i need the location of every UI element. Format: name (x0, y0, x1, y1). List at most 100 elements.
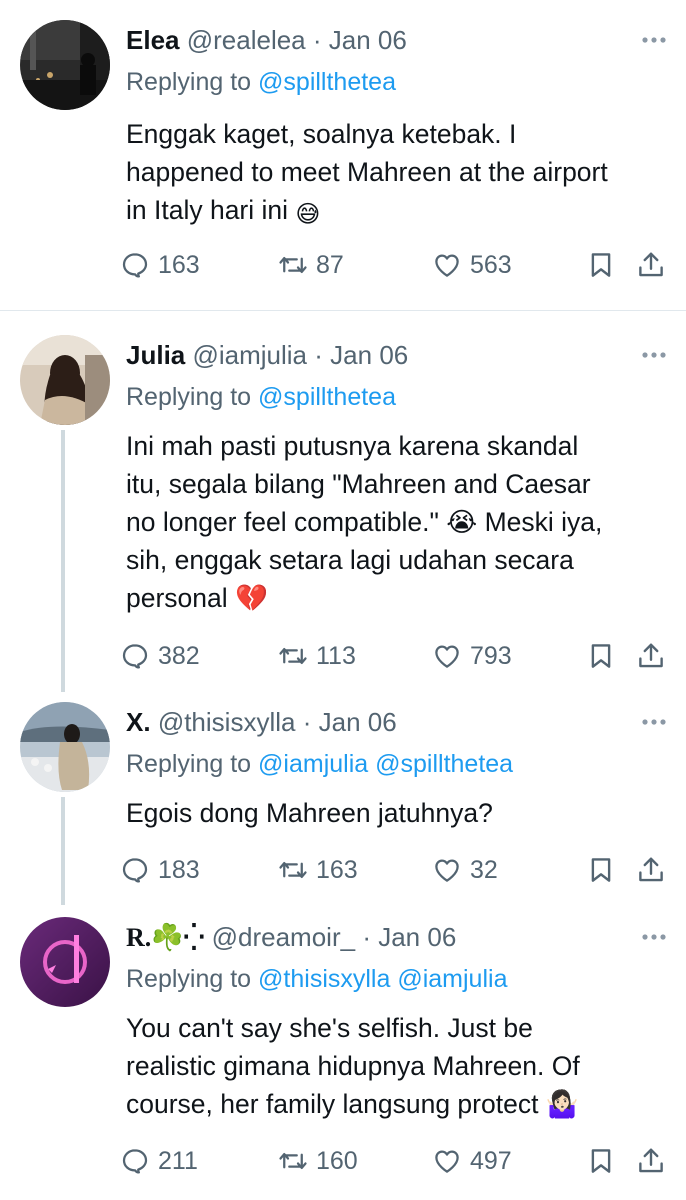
replying-label: Replying to (126, 383, 252, 411)
share-button[interactable] (636, 245, 666, 285)
bookmark-button[interactable] (586, 1141, 616, 1181)
bookmark-icon (586, 1146, 616, 1176)
more-icon[interactable] (640, 931, 668, 943)
text-line: sih, enggak setara lagi udahan secara (126, 545, 574, 575)
like-count: 497 (470, 1146, 512, 1175)
share-button[interactable] (636, 636, 666, 676)
like-count: 32 (470, 855, 498, 884)
retweet-button[interactable]: 113 (278, 636, 356, 676)
reply-button[interactable]: 183 (120, 850, 200, 890)
separator: · (312, 25, 322, 55)
bookmark-button[interactable] (586, 636, 616, 676)
avatar[interactable] (20, 335, 110, 425)
text-line: personal 💔 (126, 583, 269, 613)
avatar[interactable] (20, 917, 110, 1007)
retweet-icon (278, 855, 308, 885)
share-icon (636, 250, 666, 280)
share-button[interactable] (636, 1141, 666, 1181)
replying-to: Replying to @spillthetea (126, 383, 396, 412)
mention-link[interactable]: @iamjulia (258, 750, 368, 778)
handle[interactable]: @realelea (187, 25, 306, 55)
retweet-button[interactable]: 160 (278, 1141, 358, 1181)
bookmark-button[interactable] (586, 245, 616, 285)
avatar[interactable] (20, 702, 110, 792)
timestamp[interactable]: Jan 06 (319, 707, 397, 737)
tweet-text: Ini mah pasti putusnya karena skandal it… (126, 427, 671, 617)
retweet-icon (278, 250, 308, 280)
more-icon[interactable] (640, 716, 668, 728)
action-bar: 163 87 563 (120, 245, 680, 285)
mention-link[interactable]: @spillthetea (258, 68, 396, 96)
share-icon (636, 855, 666, 885)
replying-label: Replying to (126, 750, 252, 778)
emoji: 😅 (295, 201, 321, 228)
mention-link[interactable]: @spillthetea (375, 750, 513, 778)
text-line: Egois dong Mahreen jatuhnya? (126, 798, 493, 828)
text-line: Ini mah pasti putusnya karena skandal (126, 431, 579, 461)
retweet-button[interactable]: 163 (278, 850, 358, 890)
bookmark-button[interactable] (586, 850, 616, 890)
bookmark-icon (586, 641, 616, 671)
reply-button[interactable]: 163 (120, 245, 200, 285)
tweet-xylla[interactable]: X. @thisisxylla · Jan 06 Replying to @ia… (0, 702, 686, 902)
text-line: happened to meet Mahreen at the airport (126, 157, 608, 187)
separator: · (302, 707, 312, 737)
avatar[interactable] (20, 20, 110, 110)
text-line: itu, segala bilang "Mahreen and Caesar (126, 469, 591, 499)
reply-count: 163 (158, 250, 200, 279)
text-line: realistic gimana hidupnya Mahreen. Of (126, 1051, 580, 1081)
share-icon (636, 641, 666, 671)
more-icon[interactable] (640, 349, 668, 361)
replying-label: Replying to (126, 68, 252, 96)
like-count: 563 (470, 250, 512, 279)
retweet-button[interactable]: 87 (278, 245, 344, 285)
replying-to: Replying to @spillthetea (126, 68, 396, 97)
action-bar: 211 160 497 (120, 1141, 680, 1181)
mention-link[interactable]: @spillthetea (258, 383, 396, 411)
reply-icon (120, 1146, 150, 1176)
like-button[interactable]: 563 (432, 245, 512, 285)
tweet-header: Julia @iamjulia · Jan 06 (126, 335, 408, 375)
tweet-text: You can't say she's selfish. Just be rea… (126, 1009, 671, 1123)
like-icon (432, 1146, 462, 1176)
separator: · (314, 340, 323, 370)
tweet-header: Elea @realelea · Jan 06 (126, 20, 407, 60)
display-name[interactable]: X. (126, 707, 151, 737)
reply-count: 211 (158, 1146, 198, 1175)
handle[interactable]: @thisisxylla (158, 707, 296, 737)
tweet-header: X. @thisisxylla · Jan 06 (126, 702, 397, 742)
bookmark-icon (586, 855, 616, 885)
mention-link[interactable]: @iamjulia (397, 965, 507, 993)
handle[interactable]: @dreamoir_ (212, 922, 355, 952)
tweet-text: Egois dong Mahreen jatuhnya? (126, 794, 671, 832)
action-bar: 382 113 793 (120, 636, 680, 676)
mention-link[interactable]: @thisisxylla (258, 965, 390, 993)
share-icon (636, 1146, 666, 1176)
reply-count: 382 (158, 641, 200, 670)
tweet-header: R.☘️⁛ @dreamoir_ · Jan 06 (126, 917, 456, 957)
timestamp[interactable]: Jan 06 (330, 340, 408, 370)
reply-count: 183 (158, 855, 200, 884)
timestamp[interactable]: Jan 06 (378, 922, 456, 952)
reply-button[interactable]: 211 (120, 1141, 198, 1181)
text-line: Enggak kaget, soalnya ketebak. I (126, 119, 517, 149)
like-button[interactable]: 497 (432, 1141, 512, 1181)
timestamp[interactable]: Jan 06 (329, 25, 407, 55)
like-button[interactable]: 32 (432, 850, 498, 890)
share-button[interactable] (636, 850, 666, 890)
reply-icon (120, 641, 150, 671)
tweet-elea[interactable]: Elea @realelea · Jan 06 Replying to @spi… (0, 20, 686, 310)
reply-icon (120, 855, 150, 885)
display-name[interactable]: R.☘️⁛ (126, 923, 204, 952)
like-button[interactable]: 793 (432, 636, 512, 676)
reply-button[interactable]: 382 (120, 636, 200, 676)
tweet-dreamoir[interactable]: R.☘️⁛ @dreamoir_ · Jan 06 Replying to @t… (0, 917, 686, 1187)
handle[interactable]: @iamjulia (192, 340, 307, 370)
replying-to: Replying to @iamjulia @spillthetea (126, 750, 513, 779)
display-name[interactable]: Julia (126, 340, 185, 370)
tweet-julia[interactable]: Julia @iamjulia · Jan 06 Replying to @sp… (0, 335, 686, 695)
retweet-count: 113 (316, 641, 356, 670)
display-name[interactable]: Elea (126, 25, 180, 55)
retweet-icon (278, 1146, 308, 1176)
more-icon[interactable] (640, 34, 668, 46)
